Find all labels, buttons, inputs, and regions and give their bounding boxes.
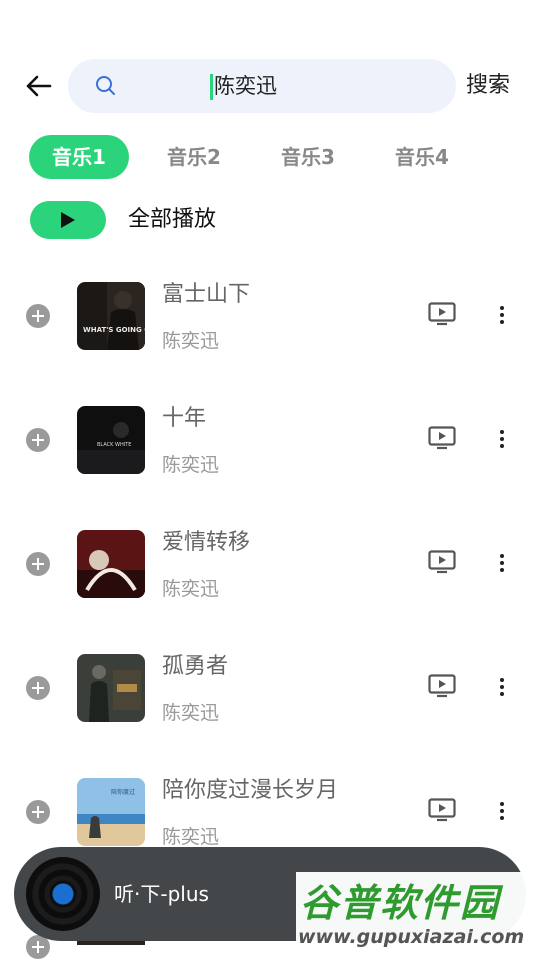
song-title: 富士山下 (162, 282, 251, 307)
arrow-left-icon (26, 75, 52, 97)
add-icon[interactable] (26, 552, 50, 576)
song-artist: 陈奕迅 (162, 330, 220, 352)
album-cover (77, 941, 145, 945)
song-artist: 陈奕迅 (162, 578, 220, 600)
text-cursor (210, 74, 213, 100)
tab-music-1[interactable]: 音乐1 (29, 135, 129, 179)
more-icon[interactable] (492, 428, 512, 452)
song-title: 陪你度过漫长岁月 (162, 778, 339, 803)
cover-text: BLACK WHITE (97, 442, 131, 448)
top-bar: 陈奕迅 × 搜索 (0, 56, 540, 116)
svg-text:陪你度过: 陪你度过 (111, 788, 135, 796)
search-button[interactable]: 搜索 (466, 56, 510, 116)
album-cover (77, 654, 145, 722)
album-cover: 陪你度过 (77, 778, 145, 846)
search-icon (96, 76, 115, 95)
add-icon[interactable] (26, 800, 50, 824)
song-row[interactable]: WHAT'S GOING ON...? 富士山下 陈奕迅 (0, 270, 540, 394)
video-icon[interactable] (428, 550, 456, 574)
more-icon[interactable] (492, 304, 512, 328)
watermark-logo: 谷普软件园 (300, 881, 501, 925)
add-icon[interactable] (26, 676, 50, 700)
cover-text: WHAT'S GOING ON...? (83, 326, 145, 334)
now-playing-title: 听·下-plus (114, 882, 209, 906)
song-title: 十年 (162, 406, 207, 431)
more-icon[interactable] (492, 552, 512, 576)
watermark-url: www.gupuxiazai.com (298, 926, 525, 948)
song-artist: 陈奕迅 (162, 454, 220, 476)
video-icon[interactable] (428, 302, 456, 326)
play-all-button[interactable] (30, 201, 106, 239)
search-query-text[interactable]: 陈奕迅 (214, 59, 277, 113)
song-title: 孤勇者 (162, 654, 229, 679)
song-artist: 陈奕迅 (162, 702, 220, 724)
album-cover: BLACK WHITE (77, 406, 145, 474)
tab-music-4[interactable]: 音乐4 (372, 135, 472, 179)
tab-music-3[interactable]: 音乐3 (258, 135, 358, 179)
more-icon[interactable] (492, 676, 512, 700)
video-icon[interactable] (428, 674, 456, 698)
site-watermark: 谷普软件园 www.gupuxiazai.com (296, 872, 540, 956)
more-icon[interactable] (492, 800, 512, 824)
song-row[interactable]: 爱情转移 陈奕迅 (0, 518, 540, 642)
search-input[interactable]: 陈奕迅 × (68, 59, 505, 113)
add-icon[interactable] (26, 428, 50, 452)
vinyl-disc-icon[interactable] (26, 857, 100, 931)
song-title: 爱情转移 (162, 530, 251, 555)
song-row[interactable]: 孤勇者 陈奕迅 (0, 642, 540, 766)
play-all-label: 全部播放 (128, 207, 217, 232)
video-icon[interactable] (428, 798, 456, 822)
source-tabs: 音乐1 音乐2 音乐3 音乐4 (0, 135, 540, 179)
album-cover: WHAT'S GOING ON...? (77, 282, 145, 350)
play-icon (61, 212, 75, 228)
album-cover (77, 530, 145, 598)
play-all-row[interactable]: 全部播放 (30, 200, 330, 240)
add-icon[interactable] (26, 304, 50, 328)
song-row[interactable]: BLACK WHITE 十年 陈奕迅 (0, 394, 540, 518)
tab-music-2[interactable]: 音乐2 (144, 135, 244, 179)
video-icon[interactable] (428, 426, 456, 450)
back-button[interactable] (20, 68, 56, 104)
